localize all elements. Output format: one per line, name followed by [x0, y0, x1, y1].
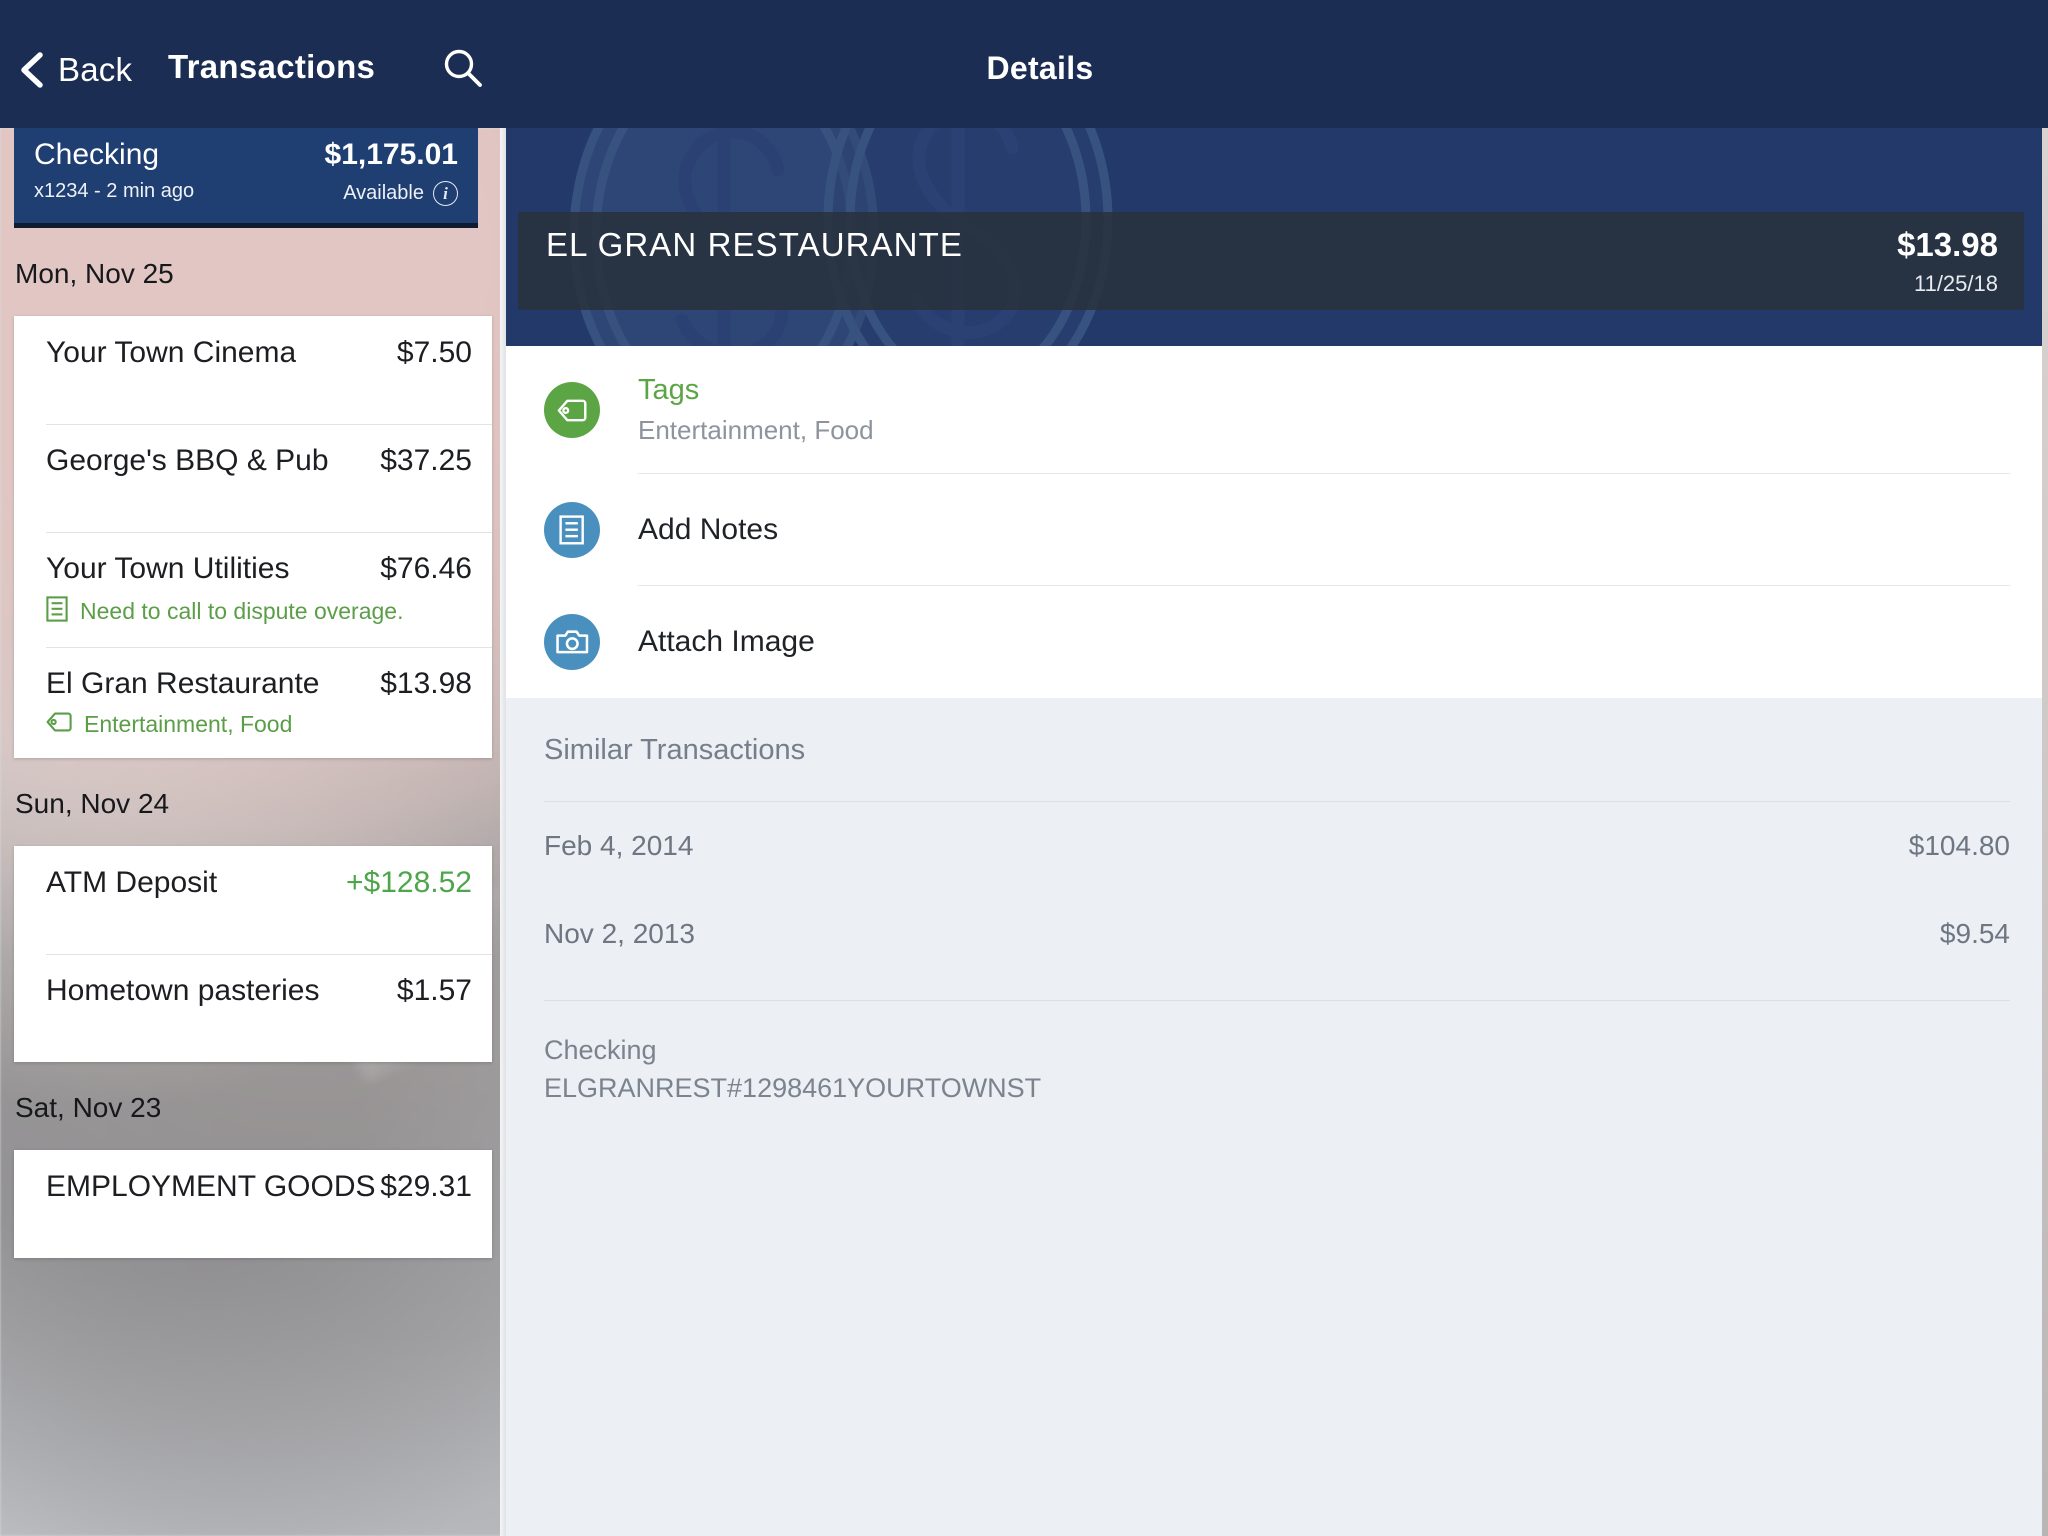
account-available-group: Available i — [343, 181, 458, 206]
action-row[interactable]: Add Notes — [544, 474, 2010, 586]
transactions-scroll-area[interactable]: Checking $1,175.01 x1234 - 2 min ago Ava… — [0, 128, 506, 1536]
detail-header-bar: EL GRAN RESTAURANTE $13.98 11/25/18 — [518, 212, 2024, 310]
detail-action-list: Tags Entertainment, Food Add Notes Attach I… — [506, 346, 2048, 698]
camera-icon — [544, 614, 600, 670]
transaction-amount: $37.25 — [380, 444, 472, 477]
action-title: Attach Image — [638, 625, 815, 658]
memo-descriptor: ELGRANREST#1298461YOURTOWNST — [544, 1073, 1042, 1104]
transaction-group: ATM Deposit +$128.52 Hometown pasteries $1.… — [14, 846, 492, 1062]
similar-transaction-amount: $9.54 — [1939, 918, 2010, 949]
similar-transactions-section: Similar Transactions Feb 4, 2014 $104.80 N… — [506, 698, 2048, 1108]
transaction-row[interactable]: Hometown pasteries $1.57 — [14, 954, 492, 1062]
similar-transaction-row[interactable]: Feb 4, 2014 $104.80 — [544, 802, 2010, 890]
transaction-name: EMPLOYMENT GOODS O... — [46, 1170, 380, 1203]
transaction-amount: $76.46 — [380, 552, 472, 585]
transaction-detail-panel: EL GRAN RESTAURANTE $13.98 11/25/18 Tags… — [506, 128, 2048, 1536]
tag-icon — [46, 712, 72, 737]
transaction-group: EMPLOYMENT GOODS O...$29.31 — [14, 1150, 492, 1258]
account-subtitle: x1234 - 2 min ago — [34, 180, 195, 202]
account-name: Checking — [34, 138, 160, 171]
detail-payee: EL GRAN RESTAURANTE — [546, 226, 963, 263]
transaction-row[interactable]: El Gran Restaurante $13.98 Entertainment, … — [14, 647, 492, 758]
top-navigation-bar: Back Transactions Details — [0, 0, 2048, 128]
similar-transaction-date: Nov 2, 2013 — [544, 918, 695, 949]
memo-account: Checking — [544, 1035, 657, 1065]
transaction-name: Your Town Cinema — [46, 336, 297, 369]
transaction-meta-text: Need to call to dispute overage. — [80, 598, 404, 624]
transaction-amount: $7.50 — [396, 336, 472, 369]
similar-transactions-rows: Feb 4, 2014 $104.80 Nov 2, 2013 $9.54 — [544, 802, 2010, 978]
transaction-memo: Checking ELGRANREST#1298461YOURTOWNST — [544, 1001, 2010, 1108]
similar-transaction-row[interactable]: Nov 2, 2013 $9.54 — [544, 890, 2010, 978]
transaction-name: El Gran Restaurante — [46, 667, 320, 700]
account-balance: $1,175.01 — [324, 138, 458, 171]
transaction-row[interactable]: EMPLOYMENT GOODS O...$29.31 — [14, 1150, 492, 1258]
action-subtitle: Entertainment, Food — [638, 415, 874, 445]
day-header: Sun, Nov 24 — [15, 788, 170, 819]
transactions-list-panel[interactable]: Checking $1,175.01 x1234 - 2 min ago Ava… — [0, 128, 506, 1536]
transactions-details-screen: Back Transactions Details Checking $1,17… — [0, 0, 2048, 1536]
note-icon — [544, 502, 600, 558]
transaction-name: George's BBQ & Pub — [46, 444, 329, 477]
transaction-meta: Entertainment, Food — [46, 711, 472, 738]
account-summary-card[interactable]: Checking $1,175.01 x1234 - 2 min ago Ava… — [14, 128, 478, 228]
transaction-amount: $13.98 — [380, 667, 472, 700]
transaction-amount: $29.31 — [380, 1170, 472, 1203]
transaction-row[interactable]: ATM Deposit +$128.52 — [14, 846, 492, 954]
note-icon — [46, 596, 68, 627]
info-icon[interactable]: i — [433, 181, 458, 206]
detail-amount: $13.98 — [1897, 226, 1998, 263]
page-title-details: Details — [986, 50, 1094, 86]
tag-icon — [544, 382, 600, 438]
transaction-name: ATM Deposit — [46, 866, 218, 899]
transaction-group: Your Town Cinema $7.50 George's BBQ & Pub $… — [14, 316, 492, 758]
action-row[interactable]: Tags Entertainment, Food — [544, 346, 2010, 474]
transaction-row[interactable]: George's BBQ & Pub $37.25 — [14, 424, 492, 532]
transaction-meta-text: Entertainment, Food — [84, 711, 293, 737]
detail-hero: EL GRAN RESTAURANTE $13.98 11/25/18 — [506, 128, 2048, 346]
similar-transaction-date: Feb 4, 2014 — [544, 830, 694, 861]
similar-transaction-amount: $104.80 — [1908, 830, 2010, 861]
transaction-name: Hometown pasteries — [46, 974, 320, 1007]
detail-date: 11/25/18 — [1913, 271, 1998, 296]
day-header: Mon, Nov 25 — [15, 258, 174, 289]
action-title: Add Notes — [638, 513, 779, 546]
day-header: Sat, Nov 23 — [15, 1092, 162, 1123]
transaction-amount: $1.57 — [396, 974, 472, 1007]
transaction-row[interactable]: Your Town Utilities $76.46 Need to call to… — [14, 532, 492, 647]
transaction-groups: Mon, Nov 25 Your Town Cinema $7.50 George's… — [0, 128, 506, 1258]
transaction-row[interactable]: Your Town Cinema $7.50 — [14, 316, 492, 424]
similar-transactions-title: Similar Transactions — [544, 734, 806, 766]
available-label: Available — [343, 182, 424, 204]
action-row[interactable]: Attach Image — [544, 586, 2010, 698]
vertical-scrollbar[interactable] — [2042, 128, 2048, 1536]
action-title: Tags — [638, 374, 700, 406]
transaction-amount: +$128.52 — [346, 866, 472, 899]
transaction-meta: Need to call to dispute overage. — [46, 596, 472, 627]
transaction-name: Your Town Utilities — [46, 552, 290, 585]
